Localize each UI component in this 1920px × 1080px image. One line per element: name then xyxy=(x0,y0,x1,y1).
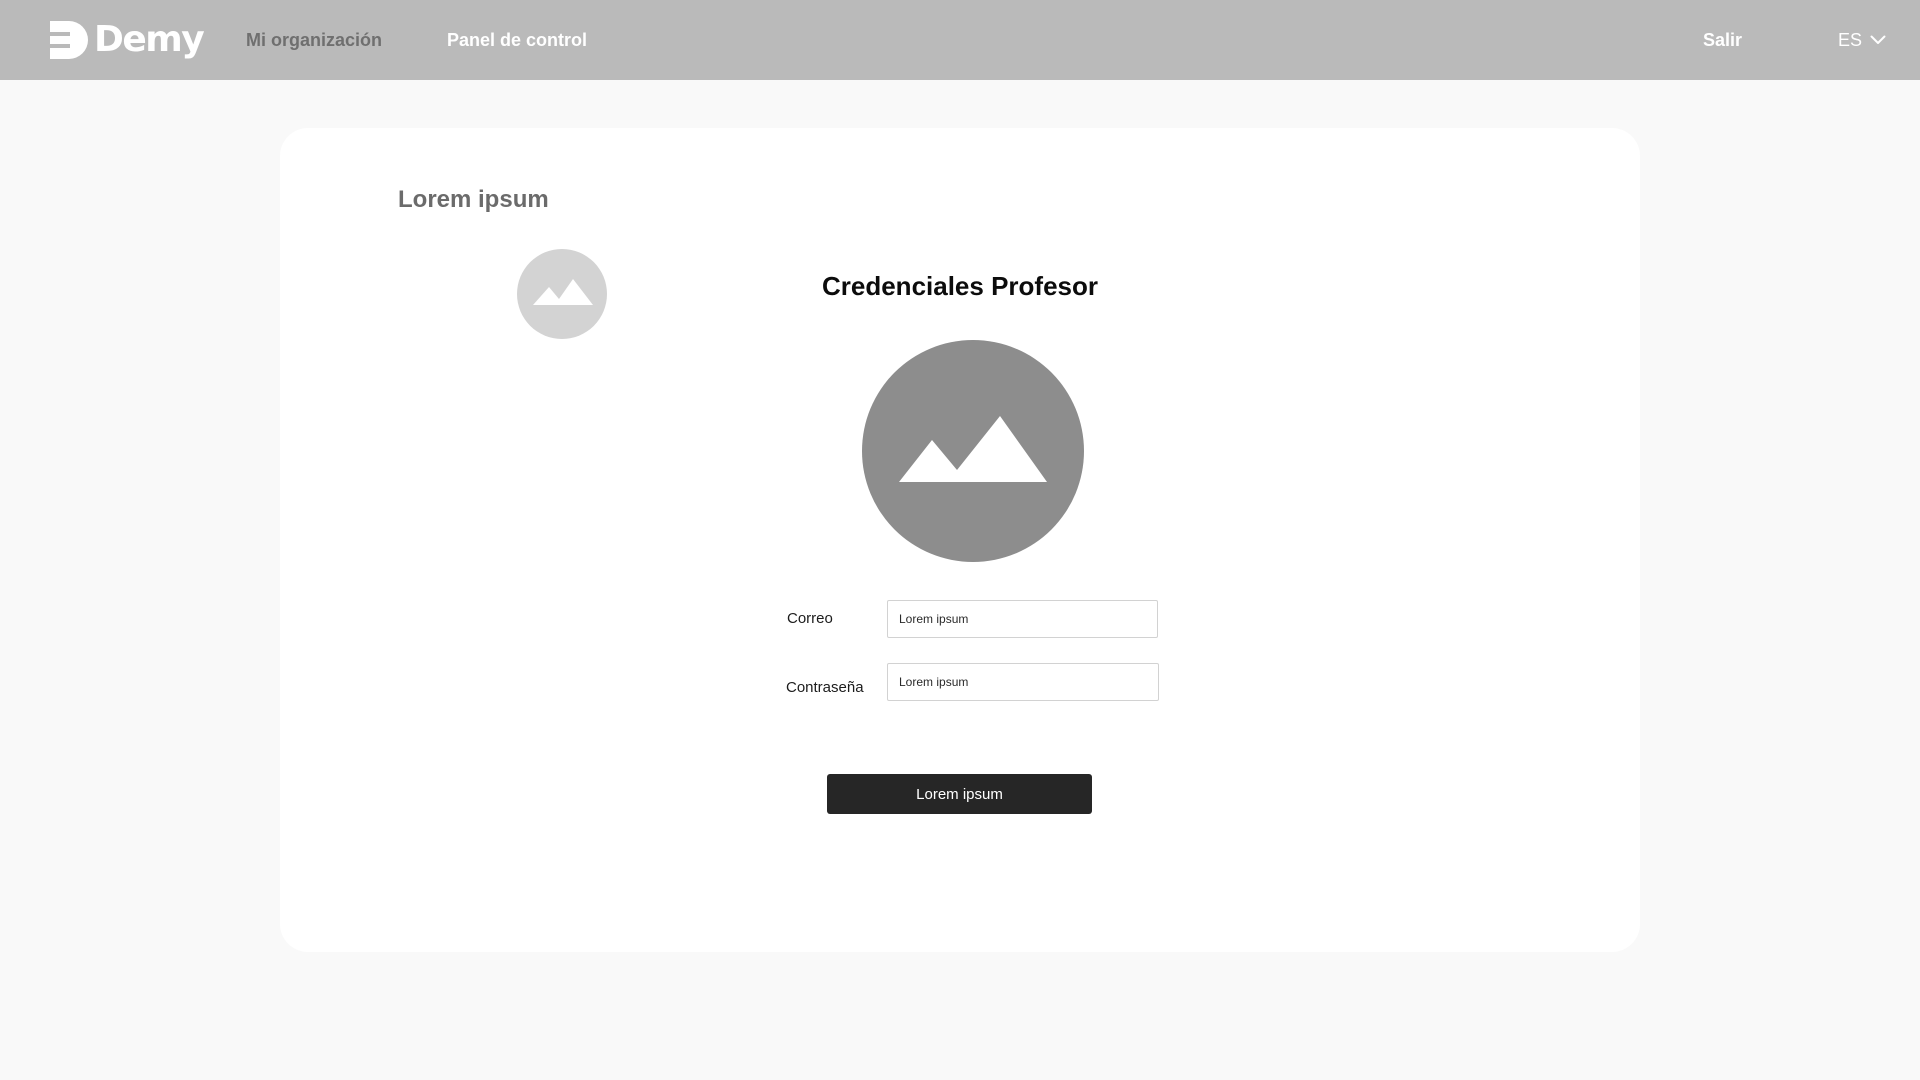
submit-button[interactable]: Lorem ipsum xyxy=(827,774,1092,814)
email-field[interactable] xyxy=(887,600,1158,638)
brand-name: Demy xyxy=(94,19,205,60)
chevron-down-icon xyxy=(1870,35,1886,44)
organization-avatar xyxy=(517,249,607,339)
top-navbar: Demy Mi organización Panel de control Sa… xyxy=(0,0,1920,80)
page-title: Lorem ipsum xyxy=(398,186,549,213)
image-placeholder-icon xyxy=(533,279,593,305)
brand-logo[interactable]: Demy xyxy=(50,19,205,60)
password-label: Contraseña xyxy=(786,679,864,696)
nav-control-panel[interactable]: Panel de control xyxy=(447,28,587,52)
image-placeholder-icon xyxy=(899,416,1047,482)
section-title: Credenciales Profesor xyxy=(821,271,1098,301)
language-selector[interactable]: ES xyxy=(1838,28,1886,52)
logout-link[interactable]: Salir xyxy=(1703,28,1742,52)
profile-photo[interactable] xyxy=(862,340,1084,562)
language-code: ES xyxy=(1838,29,1863,50)
nav-my-organization[interactable]: Mi organización xyxy=(246,28,382,52)
demy-logo-icon xyxy=(50,21,88,59)
email-label: Correo xyxy=(787,610,833,627)
password-field[interactable] xyxy=(887,663,1159,701)
